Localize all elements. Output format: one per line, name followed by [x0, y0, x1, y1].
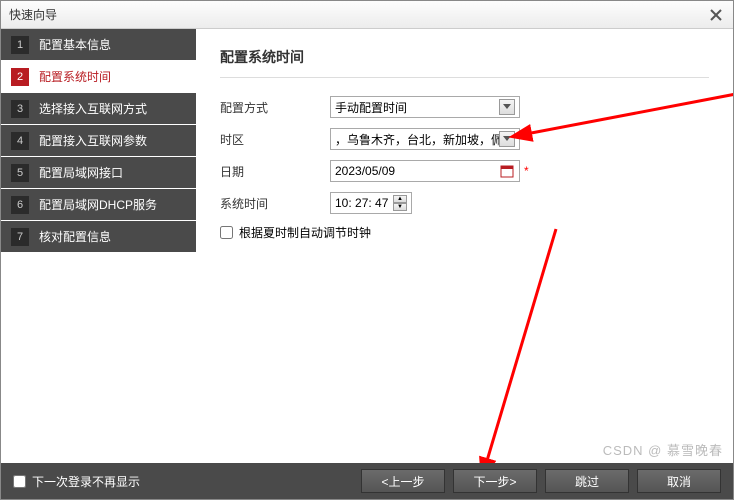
spin-down-icon[interactable]: ▼ [393, 203, 407, 211]
required-icon: * [524, 164, 529, 178]
input-date[interactable]: 2023/05/09 [330, 160, 520, 182]
checkbox-dontshow[interactable] [13, 475, 26, 488]
label-timezone: 时区 [220, 131, 330, 148]
page-title: 配置系统时间 [220, 47, 709, 78]
sidebar-item-review[interactable]: 7核对配置信息 [1, 221, 196, 253]
main-panel: 配置系统时间 配置方式 手动配置时间 时区 ，乌鲁木齐，台北，新加坡，佩思 日期 [196, 29, 733, 463]
sidebar-item-dhcp[interactable]: 6配置局域网DHCP服务 [1, 189, 196, 221]
spinner: ▲ ▼ [393, 195, 407, 211]
label-method: 配置方式 [220, 99, 330, 116]
input-systime[interactable]: 10: 27: 47 ▲ ▼ [330, 192, 412, 214]
footer-left: 下一次登录不再显示 [13, 473, 353, 490]
label-systime: 系统时间 [220, 195, 330, 212]
chevron-down-icon [499, 131, 515, 147]
titlebar: 快速向导 [1, 1, 733, 29]
chevron-down-icon [499, 99, 515, 115]
spin-up-icon[interactable]: ▲ [393, 195, 407, 203]
cancel-button[interactable]: 取消 [637, 469, 721, 493]
dialog-body: 1配置基本信息 2配置系统时间 3选择接入互联网方式 4配置接入互联网参数 5配… [1, 29, 733, 463]
select-timezone[interactable]: ，乌鲁木齐，台北，新加坡，佩思 [330, 128, 520, 150]
row-systime: 系统时间 10: 27: 47 ▲ ▼ [220, 192, 709, 214]
label-autoadjust: 根据夏时制自动调节时钟 [239, 224, 371, 241]
calendar-icon [499, 163, 515, 179]
sidebar-item-wanmode[interactable]: 3选择接入互联网方式 [1, 93, 196, 125]
sidebar: 1配置基本信息 2配置系统时间 3选择接入互联网方式 4配置接入互联网参数 5配… [1, 29, 196, 463]
next-button[interactable]: 下一步> [453, 469, 537, 493]
sidebar-item-systime[interactable]: 2配置系统时间 [1, 61, 196, 93]
row-timezone: 时区 ，乌鲁木齐，台北，新加坡，佩思 [220, 128, 709, 150]
annotation-arrow [416, 224, 566, 463]
dialog-title: 快速向导 [9, 6, 57, 23]
skip-button[interactable]: 跳过 [545, 469, 629, 493]
sidebar-item-basic[interactable]: 1配置基本信息 [1, 29, 196, 61]
row-autoadjust: 根据夏时制自动调节时钟 [220, 224, 709, 241]
wizard-dialog: 快速向导 1配置基本信息 2配置系统时间 3选择接入互联网方式 4配置接入互联网… [0, 0, 734, 500]
label-date: 日期 [220, 163, 330, 180]
sidebar-item-lan[interactable]: 5配置局域网接口 [1, 157, 196, 189]
row-date: 日期 2023/05/09 * [220, 160, 709, 182]
label-dontshow: 下一次登录不再显示 [32, 473, 140, 490]
close-icon[interactable] [707, 6, 725, 24]
sidebar-item-wanparam[interactable]: 4配置接入互联网参数 [1, 125, 196, 157]
prev-button[interactable]: <上一步 [361, 469, 445, 493]
footer: 下一次登录不再显示 <上一步 下一步> 跳过 取消 [1, 463, 733, 499]
watermark: CSDN @ 慕雪晚春 [603, 440, 723, 459]
select-method[interactable]: 手动配置时间 [330, 96, 520, 118]
row-method: 配置方式 手动配置时间 [220, 96, 709, 118]
checkbox-autoadjust[interactable] [220, 226, 233, 239]
